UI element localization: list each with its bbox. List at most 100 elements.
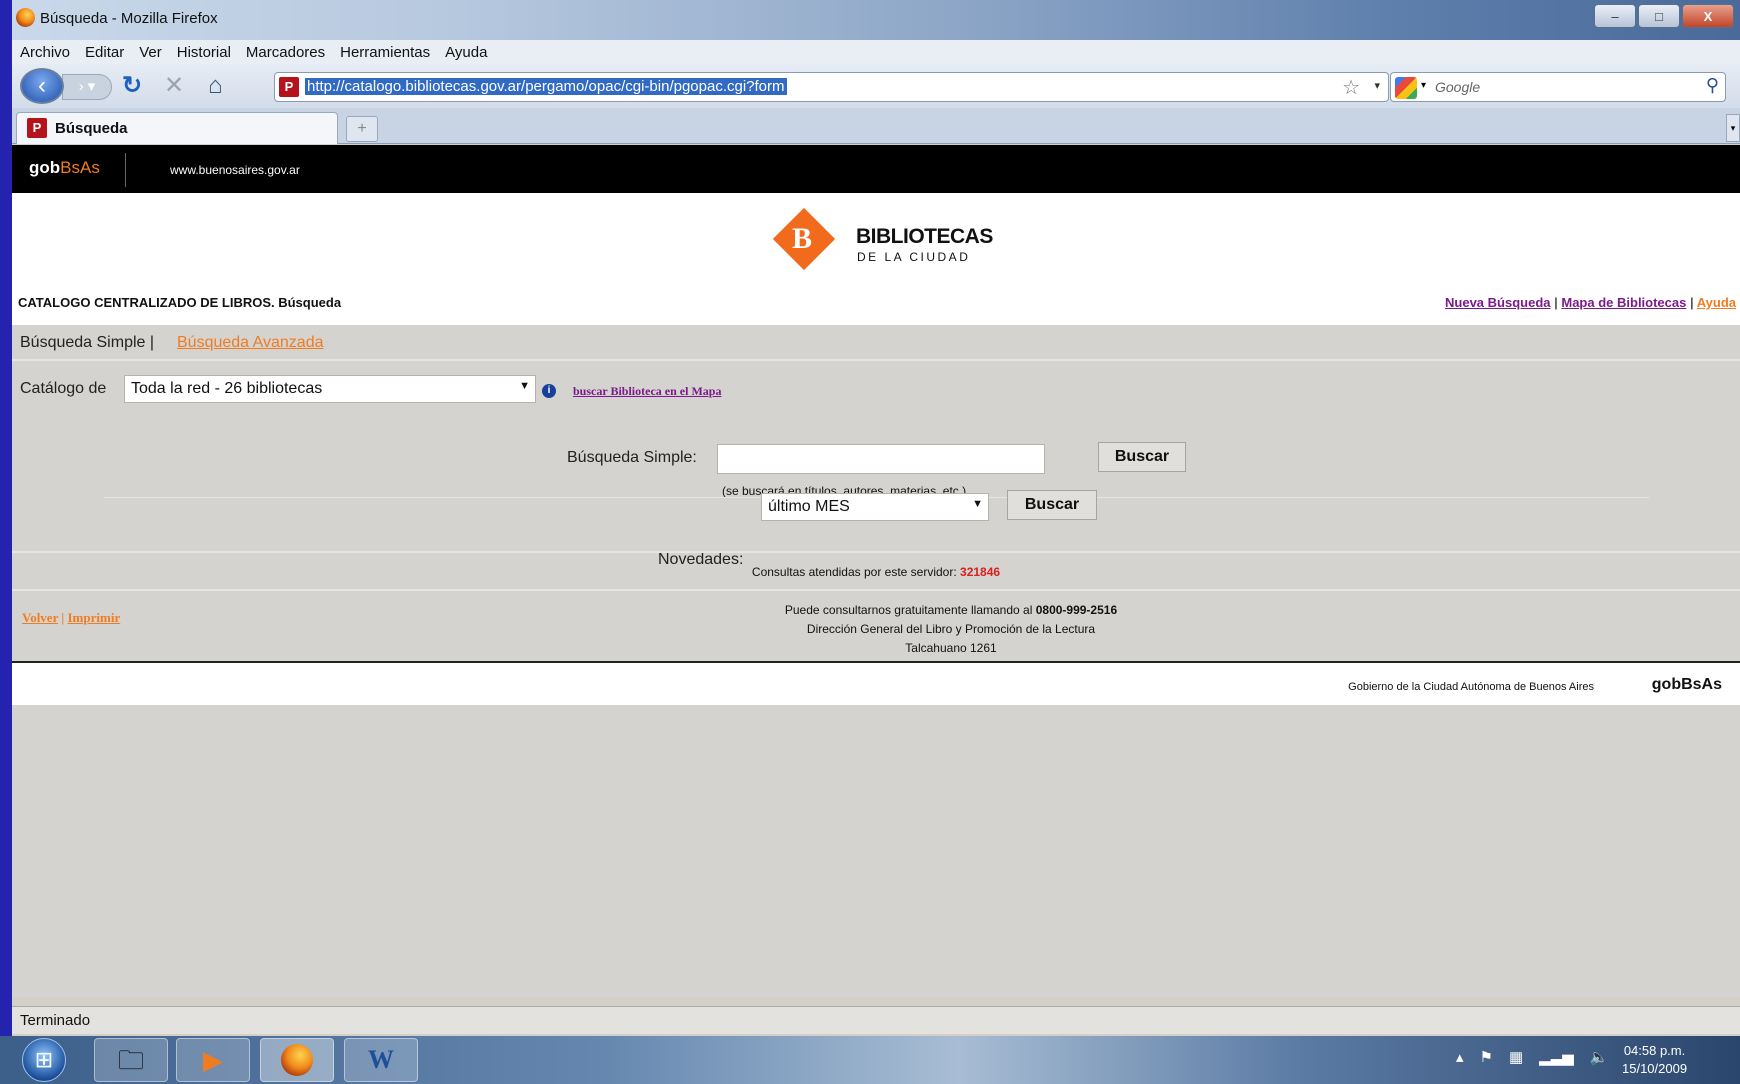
novedades-select[interactable]: último MES ▼ <box>761 493 989 521</box>
windows-start-icon[interactable]: ⊞ <box>22 1038 66 1082</box>
search-mode-bar: Búsqueda Simple | Búsqueda Avanzada <box>12 325 1740 361</box>
footer-phone: 0800-999-2516 <box>1035 603 1118 617</box>
menu-archivo[interactable]: Archivo <box>20 44 70 61</box>
new-tab-button[interactable]: + <box>346 116 378 142</box>
busqueda-simple-input[interactable] <box>717 444 1045 474</box>
forward-button[interactable]: › ▾ <box>62 74 112 100</box>
gob-url[interactable]: www.buenosaires.gov.ar <box>170 163 300 177</box>
buscar-button[interactable]: Buscar <box>1098 442 1186 472</box>
nueva-busqueda-link[interactable]: Nueva Búsqueda <box>1445 295 1550 310</box>
clock[interactable]: 04:58 p.m. 15/10/2009 <box>1622 1042 1687 1078</box>
catalogo-value: Toda la red - 26 bibliotecas <box>131 380 323 397</box>
clock-date: 15/10/2009 <box>1622 1061 1688 1076</box>
volver-link[interactable]: Volver <box>22 610 58 625</box>
footer-info: Puede consultarnos gratuitamente llamand… <box>87 601 1740 658</box>
consultas-label: Consultas atendidas por este servidor: <box>751 565 957 579</box>
status-bar: Terminado <box>12 1006 1740 1034</box>
logo-letter: B <box>792 222 813 255</box>
menu-ayuda[interactable]: Ayuda <box>445 44 487 61</box>
info-icon[interactable]: i <box>542 384 556 398</box>
search-placeholder: Google <box>1435 79 1481 95</box>
word-icon[interactable]: W <box>344 1038 418 1082</box>
tab-busqueda[interactable]: P Búsqueda <box>16 112 338 144</box>
taskbar: ⊞ 🗀 ▶ W ▴ ⚑ ▦ ▂▃▅ 🔈 04:58 p.m. 15/10/200… <box>0 1036 1740 1084</box>
firefox-icon <box>16 8 35 27</box>
gob-logo-a: gob <box>29 158 61 177</box>
tab-bar: P Búsqueda + ▾ <box>12 108 1740 144</box>
catalog-row: Catálogo de Toda la red - 26 bibliotecas… <box>12 373 1740 407</box>
mapa-bibliotecas-link[interactable]: Mapa de Bibliotecas <box>1561 295 1686 310</box>
signal-icon[interactable]: ▂▃▅ <box>1539 1048 1574 1066</box>
close-button[interactable]: X <box>1682 4 1734 28</box>
logo-subtitle: DE LA CIUDAD <box>857 250 971 264</box>
gov-footer: Gobierno de la Ciudad Autónoma de Buenos… <box>12 663 1740 705</box>
menu-bar: Archivo Editar Ver Historial Marcadores … <box>12 40 1740 64</box>
divider <box>12 551 1740 553</box>
url-text[interactable]: http://catalogo.bibliotecas.gov.ar/perga… <box>305 78 787 95</box>
chevron-down-icon[interactable]: ▾ <box>1421 80 1426 91</box>
catalogo-label: Catálogo de <box>20 380 107 397</box>
divider <box>125 153 126 187</box>
gov-text: Gobierno de la Ciudad Autónoma de Buenos… <box>1348 681 1594 693</box>
chevron-down-icon: ▼ <box>972 498 983 510</box>
gob-logo[interactable]: gobBsAs <box>29 158 100 178</box>
chevron-down-icon: ▼ <box>519 380 530 392</box>
google-icon[interactable] <box>1395 77 1417 99</box>
ayuda-link[interactable]: Ayuda <box>1697 295 1736 310</box>
system-tray: ▴ ⚑ ▦ ▂▃▅ 🔈 <box>1456 1048 1608 1066</box>
footer-line-2: Dirección General del Libro y Promoción … <box>806 622 1096 636</box>
buscar-novedades-button[interactable]: Buscar <box>1007 490 1097 520</box>
gob-header: gobBsAs www.buenosaires.gov.ar <box>12 145 1740 193</box>
logo-title: BIBLIOTECAS <box>856 225 993 248</box>
speaker-icon[interactable]: 🔈 <box>1590 1048 1609 1066</box>
search-bar[interactable]: ▾ Google ⚲ <box>1390 72 1726 102</box>
explorer-icon[interactable]: 🗀 <box>94 1038 168 1082</box>
consultas-text: Consultas atendidas por este servidor: 3… <box>12 565 1740 579</box>
title-bar: Búsqueda - Mozilla Firefox – □ X <box>12 0 1740 40</box>
network-icon[interactable]: ▦ <box>1509 1048 1523 1066</box>
menu-editar[interactable]: Editar <box>85 44 124 61</box>
menu-marcadores[interactable]: Marcadores <box>246 44 325 61</box>
back-arrow-icon[interactable]: ‹ <box>20 68 64 104</box>
maximize-button[interactable]: □ <box>1638 4 1680 28</box>
busqueda-simple-field-label: Búsqueda Simple: <box>567 449 697 466</box>
page-content: gobBsAs www.buenosaires.gov.ar B BIBLIOT… <box>12 145 1740 998</box>
consultas-count: 321846 <box>960 565 1001 579</box>
site-favicon: P <box>27 118 47 138</box>
window-title: Búsqueda - Mozilla Firefox <box>40 10 218 27</box>
busqueda-avanzada-link[interactable]: Búsqueda Avanzada <box>177 334 324 352</box>
media-player-icon[interactable]: ▶ <box>176 1038 250 1082</box>
gov-logo[interactable]: gobBsAs <box>1652 676 1722 694</box>
stop-icon[interactable]: ✕ <box>164 74 184 98</box>
flag-icon[interactable]: ⚑ <box>1480 1048 1493 1066</box>
catalogo-select[interactable]: Toda la red - 26 bibliotecas ▼ <box>124 375 536 403</box>
footer-line-1-text: Puede consultarnos gratuitamente llamand… <box>784 603 1033 617</box>
firefox-taskbar-icon[interactable] <box>260 1038 334 1082</box>
bibliotecas-logo: B BIBLIOTECAS DE LA CIUDAD <box>772 207 1012 277</box>
star-icon[interactable]: ☆ <box>1342 75 1360 100</box>
minimize-button[interactable]: – <box>1594 4 1636 28</box>
reload-icon[interactable]: ↻ <box>122 74 142 98</box>
footer-line-3: Talcahuano 1261 <box>905 641 997 655</box>
clock-time: 04:58 p.m. <box>1623 1043 1686 1058</box>
chevron-up-icon[interactable]: ▴ <box>1456 1048 1464 1066</box>
navigation-toolbar: › ▾ ‹ ↻ ✕ ⌂ P http://catalogo.biblioteca… <box>12 64 1740 108</box>
menu-herramientas[interactable]: Herramientas <box>340 44 430 61</box>
firefox-window: Búsqueda - Mozilla Firefox – □ X Archivo… <box>12 0 1740 1084</box>
logo-band: B BIBLIOTECAS DE LA CIUDAD CATALOGO CENT… <box>12 193 1740 325</box>
buscar-mapa-link[interactable]: buscar Biblioteca en el Mapa <box>573 384 721 399</box>
tab-list-button[interactable]: ▾ <box>1726 114 1740 142</box>
chevron-down-icon[interactable]: ▾ <box>1374 79 1380 92</box>
home-icon[interactable]: ⌂ <box>208 74 223 98</box>
menu-ver[interactable]: Ver <box>139 44 162 61</box>
top-links: Nueva Búsqueda | Mapa de Bibliotecas | A… <box>1445 295 1736 310</box>
url-bar[interactable]: P http://catalogo.bibliotecas.gov.ar/per… <box>274 72 1389 102</box>
menu-historial[interactable]: Historial <box>177 44 231 61</box>
divider <box>12 589 1740 591</box>
site-favicon: P <box>279 77 299 97</box>
search-icon[interactable]: ⚲ <box>1706 75 1719 96</box>
tab-title: Búsqueda <box>55 120 128 137</box>
novedades-value: último MES <box>768 498 850 515</box>
page-title: CATALOGO CENTRALIZADO DE LIBROS. Búsqued… <box>18 295 342 310</box>
footer-line-1: Puede consultarnos gratuitamente llamand… <box>87 601 1740 620</box>
